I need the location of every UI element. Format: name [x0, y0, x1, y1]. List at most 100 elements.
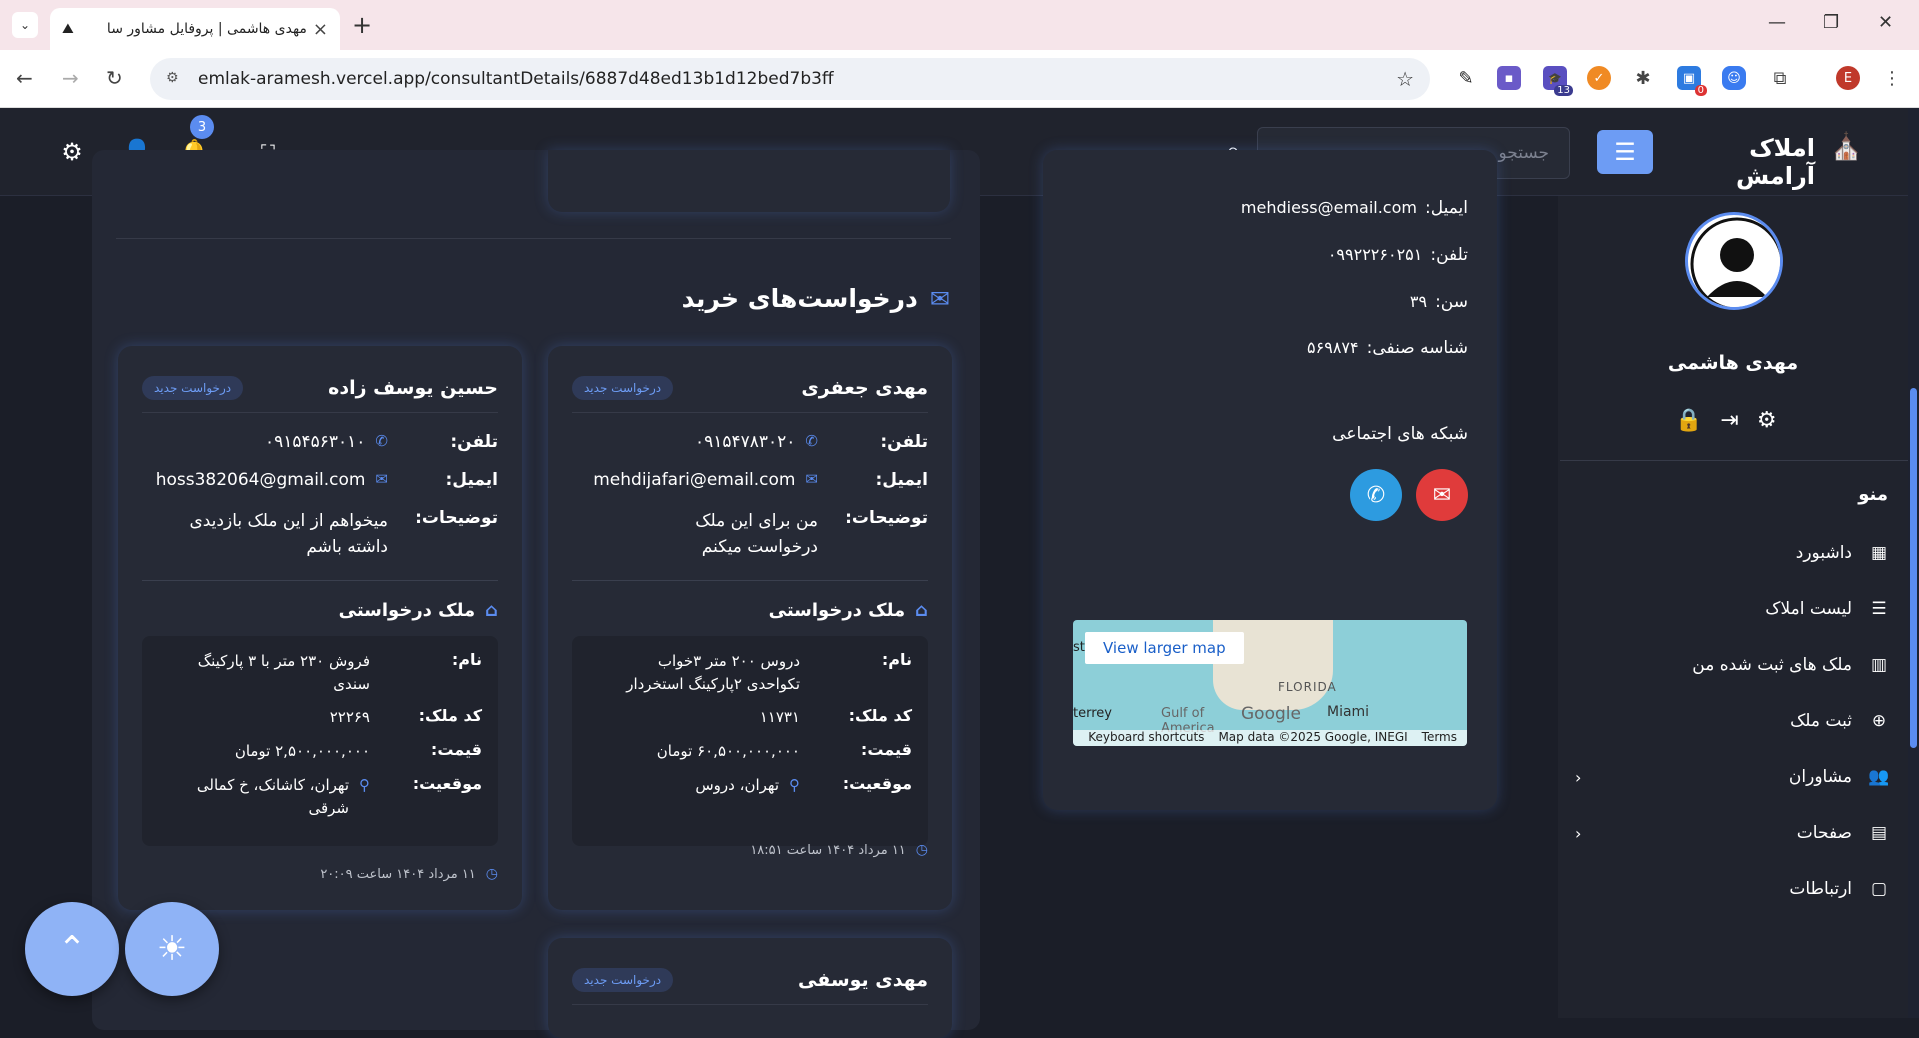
sidebar-item-label: داشبورد	[1795, 543, 1852, 563]
property-name-label: نام:	[451, 650, 482, 669]
email-value[interactable]: hoss382064@gmail.com	[156, 470, 366, 490]
ext-badge-0: 0	[1694, 85, 1707, 96]
search-placeholder: جستجو	[1498, 143, 1549, 163]
scrollbar-thumb[interactable]	[1910, 388, 1917, 748]
window-close-icon[interactable]: ✕	[1878, 12, 1893, 33]
phone-value: ۰۹۱۵۴۷۸۳۰۲۰	[694, 432, 796, 452]
cap-ext-icon[interactable]: 🎓 13	[1543, 66, 1573, 96]
sidebar-item-pages[interactable]: ▤ صفحات ‹	[1575, 813, 1890, 853]
phone-social-button[interactable]: ✆	[1350, 469, 1402, 521]
request-date-value: ۱۱ مرداد ۱۴۰۴ ساعت ۲۰:۰۹	[320, 866, 476, 882]
reload-icon[interactable]: ↻	[106, 66, 123, 90]
profile-avatar[interactable]: E	[1836, 66, 1860, 90]
theme-toggle-button[interactable]: ☀	[125, 902, 219, 996]
status-badge: درخواست جدید	[572, 968, 674, 992]
contact-guild-row: شناسه صنفی: ۵۶۹۸۷۴	[1070, 338, 1468, 358]
sidebar-item-label: مشاوران	[1788, 767, 1852, 787]
phone-row: تلفن: ✆ ۰۹۱۵۴۷۸۳۰۲۰	[572, 432, 928, 452]
age-label: سن:	[1435, 292, 1468, 312]
location-label: موقعیت:	[842, 774, 912, 793]
property-name-row: نام: دروس ۲۰۰ متر ۳خواب تکواحدی ۲پارکینگ…	[588, 650, 912, 696]
property-name-value: دروس ۲۰۰ متر ۳خواب تکواحدی ۲پارکینگ استخ…	[626, 652, 800, 693]
sidebar-item-my-properties[interactable]: ▥ ملک های ثبت شده من	[1575, 645, 1890, 685]
sidebar-item-communications[interactable]: ▢ ارتباطات	[1575, 869, 1890, 909]
map-terms-link[interactable]: Terms	[1422, 730, 1457, 746]
card-header: مهدی یوسفی درخواست جدید	[572, 968, 928, 992]
scroll-to-top-button[interactable]: ⌃	[25, 902, 119, 996]
requests-title: درخواست‌های خرید	[681, 284, 918, 313]
email-social-button[interactable]: ✉	[1416, 469, 1468, 521]
close-tab-icon[interactable]: ×	[313, 19, 328, 40]
forward-icon[interactable]: →	[62, 66, 79, 90]
logout-icon[interactable]: ⇥	[1720, 408, 1738, 433]
sidebar-item-label: ارتباطات	[1789, 879, 1852, 899]
email-value[interactable]: mehdiess@email.com	[1241, 198, 1417, 218]
request-card: حسین یوسف زاده درخواست جدید تلفن: ✆ ۰۹۱۵۴…	[118, 346, 522, 910]
map-label-florida: FLORIDA	[1278, 680, 1337, 694]
extensions-puzzle-icon[interactable]: ⧉	[1768, 66, 1792, 90]
phone-row: تلفن: ✆ ۰۹۱۵۴۵۶۳۰۱۰	[142, 432, 498, 452]
brand-logo-icon: ⛪	[1830, 132, 1863, 162]
site-info-icon[interactable]: ⚙	[166, 70, 184, 88]
property-code-row: کد ملک: ۲۲۲۶۹	[158, 706, 482, 729]
face-ext-icon[interactable]: ☺	[1722, 66, 1746, 90]
sidebar-item-property-list[interactable]: ☰ لیست املاک	[1575, 589, 1890, 629]
ext-badge-13: 13	[1554, 85, 1573, 96]
card-dashed-divider	[142, 580, 498, 581]
restore-icon[interactable]: ❐	[1823, 12, 1839, 33]
location-value: تهران، کاشانک، خ کمالی شرقی	[196, 776, 349, 817]
plus-circle-icon: ⊕	[1871, 711, 1887, 731]
card-divider	[572, 412, 928, 413]
browser-menu-icon[interactable]: ⋮	[1880, 66, 1904, 90]
email-row: ایمیل: ✉ hoss382064@gmail.com	[142, 470, 498, 490]
new-tab-button[interactable]: +	[352, 11, 372, 39]
browser-tab[interactable]: ⛰ مهدی هاشمی | پروفایل مشاور سا ×	[50, 8, 340, 50]
clock-icon: ◷	[915, 842, 928, 858]
description-row: توضیحات: من برای این ملک درخواست میکنم	[572, 508, 928, 560]
phone-icon: ✆	[375, 432, 388, 450]
tab-search-dropdown[interactable]: ⌄	[12, 12, 38, 38]
phone-icon: ✆	[805, 432, 818, 450]
sidebar-item-consultants[interactable]: 👥 مشاوران ‹	[1575, 757, 1890, 797]
map-footer: Keyboard shortcuts Map data ©2025 Google…	[1073, 730, 1467, 746]
page-scrollbar[interactable]	[1908, 108, 1919, 1018]
menu-toggle-button[interactable]: ☰	[1597, 130, 1653, 174]
requested-property-heading: ⌂ ملک درخواستی	[572, 600, 928, 621]
eyedropper-ext-icon[interactable]: ✎	[1454, 66, 1478, 90]
profile-settings-icon[interactable]: ⚙	[1757, 408, 1777, 433]
pages-icon: ▤	[1870, 823, 1888, 843]
chevron-left-icon: ‹	[1575, 767, 1582, 787]
url-field[interactable]: ⚙ emlak-aramesh.vercel.app/consultantDet…	[150, 58, 1430, 100]
email-value[interactable]: mehdijafari@email.com	[593, 470, 795, 490]
chat-icon: ▢	[1870, 879, 1888, 899]
sidebar-item-dashboard[interactable]: ▦ داشبورد	[1575, 533, 1890, 573]
orange-ext-icon[interactable]: ✓	[1587, 66, 1611, 90]
home-icon: ⌂	[485, 600, 498, 621]
requests-divider	[116, 238, 951, 239]
sidebar-item-add-property[interactable]: ⊕ ثبت ملک	[1575, 701, 1890, 741]
price-row: قیمت: ۲,۵۰۰,۰۰۰,۰۰۰ تومان	[158, 740, 482, 763]
users-icon: 👥	[1868, 767, 1890, 787]
sidebar-divider	[1560, 460, 1908, 461]
settings-gear-icon[interactable]: ⚙	[56, 136, 88, 168]
bookmark-star-icon[interactable]: ☆	[1396, 67, 1414, 91]
card-dashed-divider	[572, 580, 928, 581]
lock-icon[interactable]: 🔒	[1675, 408, 1702, 433]
keyboard-shortcuts-link[interactable]: Keyboard shortcuts	[1088, 730, 1204, 746]
minimize-icon[interactable]: —	[1768, 12, 1786, 33]
back-icon[interactable]: ←	[16, 66, 33, 90]
property-code-value: ۱۱۷۳۱	[759, 708, 800, 726]
guild-id-label: شناسه صنفی:	[1366, 338, 1468, 358]
request-date: ◷ ۱۱ مرداد ۱۴۰۴ ساعت ۲۰:۰۹	[142, 866, 498, 882]
request-date: ◷ ۱۱ مرداد ۱۴۰۴ ساعت ۱۸:۵۱	[572, 842, 928, 858]
view-larger-map-link[interactable]: View larger map	[1085, 632, 1244, 664]
bug-ext-icon[interactable]: ✱	[1631, 66, 1655, 90]
google-map[interactable]: View larger map st FLORIDA Miami Gulf of…	[1073, 620, 1467, 746]
property-name-row: نام: فروش ۲۳۰ متر با ۳ پارکینگ سندی	[158, 650, 482, 696]
request-date-value: ۱۱ مرداد ۱۴۰۴ ساعت ۱۸:۵۱	[750, 842, 906, 858]
map-pin-icon: ⚲	[789, 776, 800, 794]
email-label: ایمیل:	[1424, 198, 1468, 218]
purple-ext-icon[interactable]: ▪	[1497, 66, 1521, 90]
card-header: حسین یوسف زاده درخواست جدید	[142, 376, 498, 400]
blue-ext-icon[interactable]: ▣ 0	[1677, 66, 1707, 96]
